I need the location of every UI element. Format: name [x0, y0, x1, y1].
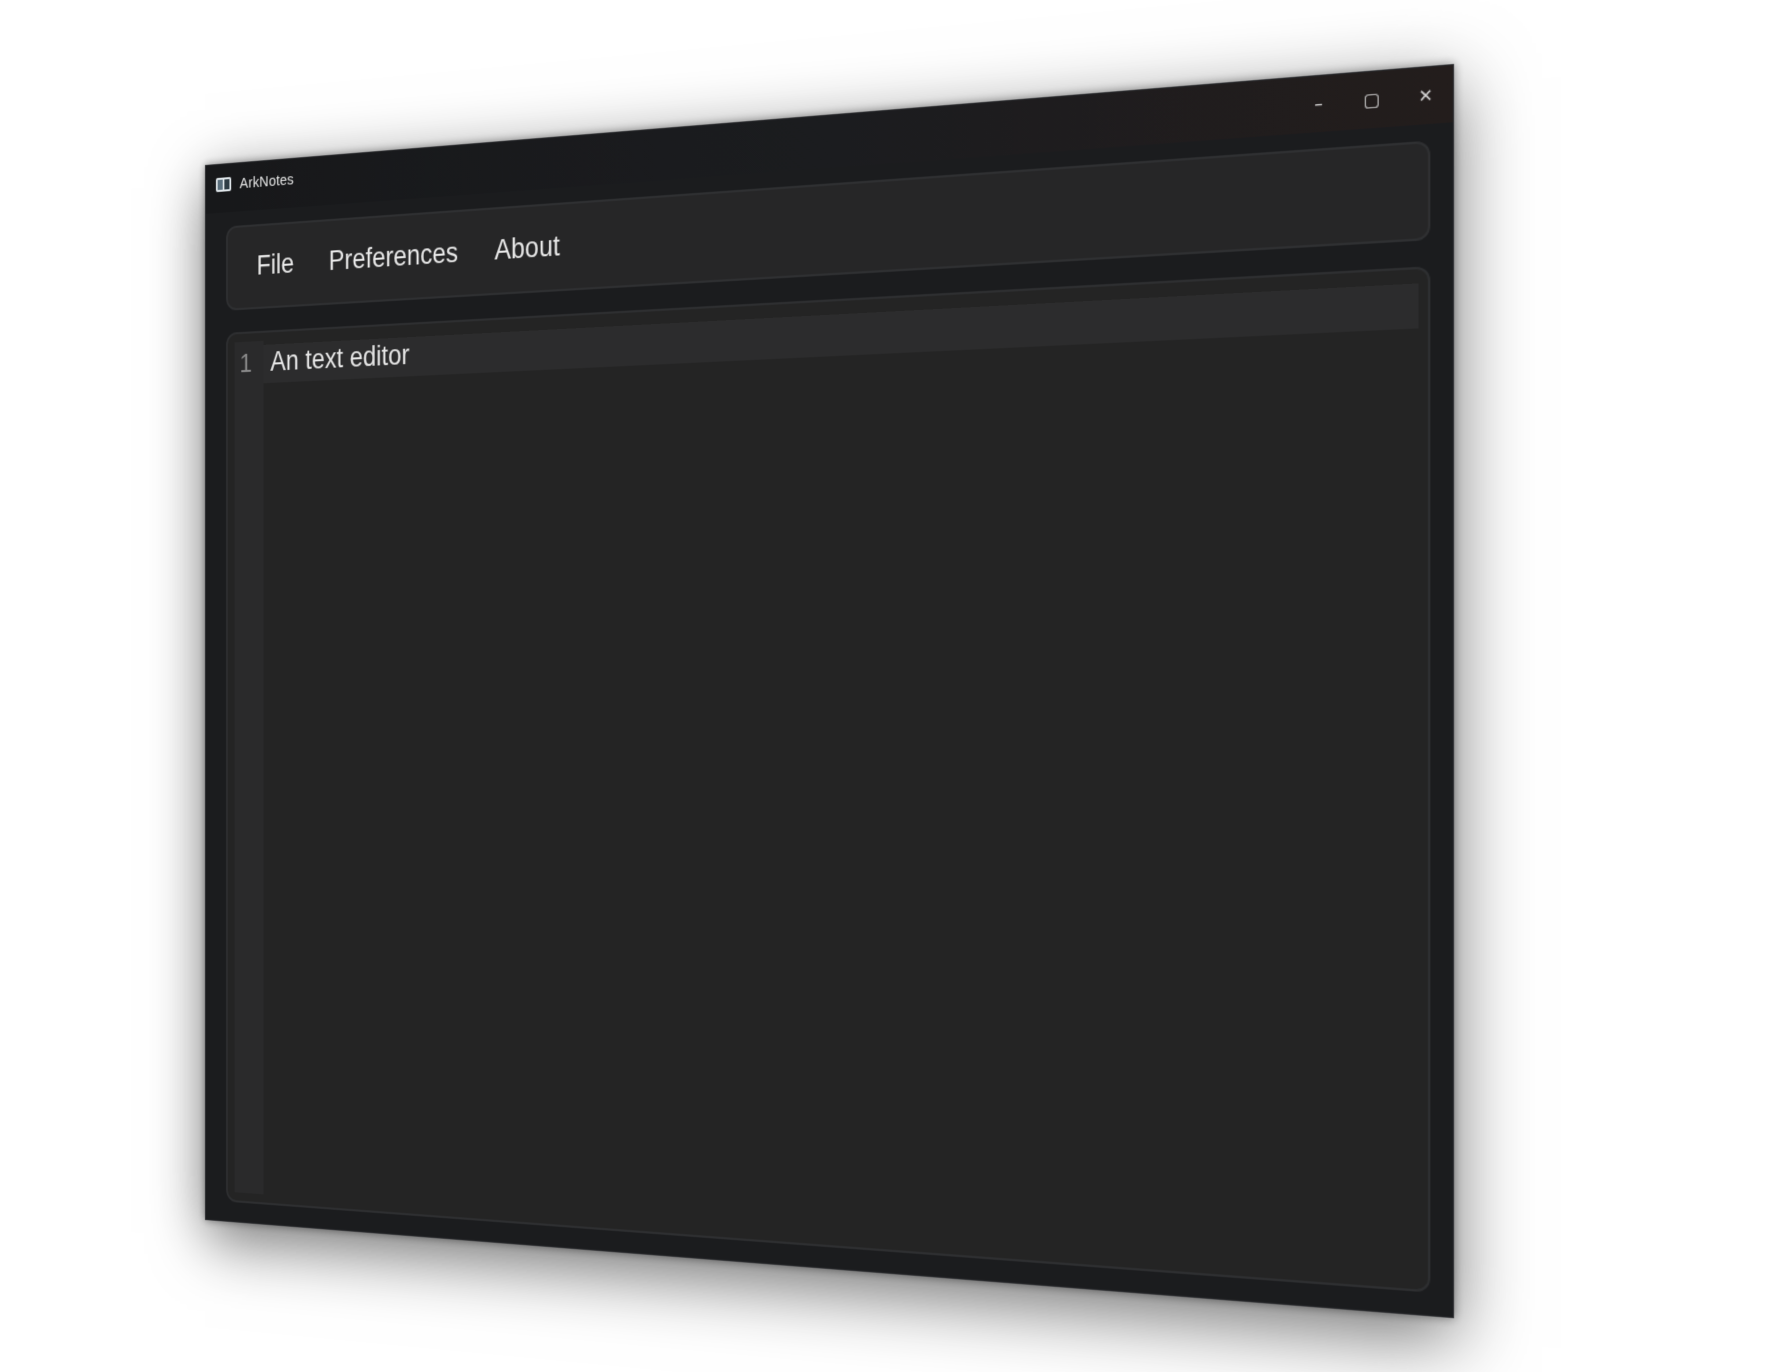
- menu-bar: File Preferences About: [257, 228, 598, 282]
- minimize-icon: –: [1314, 93, 1323, 115]
- text-editor[interactable]: 1 An text editor: [226, 266, 1430, 1292]
- editor-line-text[interactable]: An text editor: [270, 339, 409, 378]
- maximize-icon: ▢: [1363, 89, 1380, 111]
- close-icon: ✕: [1418, 85, 1433, 107]
- window-controls: – ▢ ✕: [1292, 65, 1453, 134]
- line-number-gutter: [235, 341, 264, 1194]
- app-icon: [216, 177, 231, 192]
- line-number: 1: [240, 348, 252, 380]
- menu-item-preferences[interactable]: Preferences: [329, 236, 477, 278]
- window-title: ArkNotes: [240, 171, 294, 192]
- close-button[interactable]: ✕: [1399, 65, 1453, 126]
- desktop: ArkNotes – ▢ ✕ File Preferences About 1 …: [0, 0, 1789, 1372]
- maximize-button[interactable]: ▢: [1345, 70, 1399, 131]
- menu-item-about[interactable]: About: [495, 229, 580, 267]
- minimize-button[interactable]: –: [1292, 74, 1345, 134]
- app-window: ArkNotes – ▢ ✕ File Preferences About 1 …: [205, 64, 1454, 1318]
- menu-item-file[interactable]: File: [257, 247, 313, 282]
